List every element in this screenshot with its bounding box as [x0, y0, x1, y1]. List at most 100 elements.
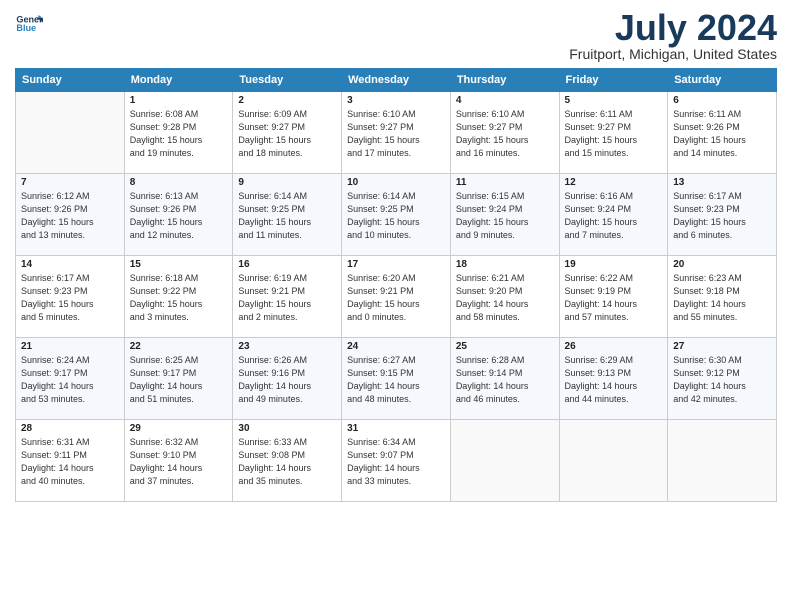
- day-detail: Sunrise: 6:12 AM Sunset: 9:26 PM Dayligh…: [21, 190, 119, 242]
- subtitle: Fruitport, Michigan, United States: [569, 46, 777, 62]
- day-detail: Sunrise: 6:14 AM Sunset: 9:25 PM Dayligh…: [238, 190, 336, 242]
- day-number: 21: [21, 341, 119, 352]
- table-row: [16, 92, 125, 174]
- table-row: 15Sunrise: 6:18 AM Sunset: 9:22 PM Dayli…: [124, 256, 233, 338]
- table-row: 10 Sunrise: 6:14 AM Sunset: 9:25 PM Dayli…: [342, 174, 451, 256]
- day-number: 31: [347, 423, 445, 434]
- table-row: 22 Sunrise: 6:25 AM Sunset: 9:17 PM Dayli…: [124, 338, 233, 420]
- table-row: [450, 420, 559, 502]
- day-number: 9: [238, 177, 336, 188]
- day-detail: Sunrise: 6:08 AM Sunset: 9:28 PM Dayligh…: [130, 108, 228, 160]
- table-row: 27Sunrise: 6:30 AM Sunset: 9:12 PM Dayli…: [668, 338, 777, 420]
- day-detail: Sunrise: 6:17 AM Sunset: 9:23 PM Dayligh…: [673, 190, 771, 242]
- day-number: 17: [347, 259, 445, 270]
- col-saturday: Saturday: [668, 69, 777, 92]
- week-row-3: 14Sunrise: 6:17 AM Sunset: 9:23 PM Dayli…: [16, 256, 777, 338]
- day-detail: Sunrise: 6:20 AM Sunset: 9:21 PM Dayligh…: [347, 272, 445, 324]
- day-detail: Sunrise: 6:33 AM Sunset: 9:08 PM Dayligh…: [238, 436, 336, 488]
- day-detail: Sunrise: 6:13 AM Sunset: 9:26 PM Dayligh…: [130, 190, 228, 242]
- table-row: 16Sunrise: 6:19 AM Sunset: 9:21 PM Dayli…: [233, 256, 342, 338]
- table-row: 17 Sunrise: 6:20 AM Sunset: 9:21 PM Dayli…: [342, 256, 451, 338]
- table-row: 30 Sunrise: 6:33 AM Sunset: 9:08 PM Dayli…: [233, 420, 342, 502]
- table-row: 31 Sunrise: 6:34 AM Sunset: 9:07 PM Dayli…: [342, 420, 451, 502]
- week-row-5: 28Sunrise: 6:31 AM Sunset: 9:11 PM Dayli…: [16, 420, 777, 502]
- header: General Blue July 2024 Fruitport, Michig…: [15, 10, 777, 62]
- day-number: 1: [130, 95, 228, 106]
- col-thursday: Thursday: [450, 69, 559, 92]
- day-number: 13: [673, 177, 771, 188]
- day-detail: Sunrise: 6:11 AM Sunset: 9:26 PM Dayligh…: [673, 108, 771, 160]
- table-row: 1 Sunrise: 6:08 AM Sunset: 9:28 PM Daylig…: [124, 92, 233, 174]
- table-row: 6 Sunrise: 6:11 AM Sunset: 9:26 PM Daylig…: [668, 92, 777, 174]
- table-row: 8 Sunrise: 6:13 AM Sunset: 9:26 PM Daylig…: [124, 174, 233, 256]
- col-monday: Monday: [124, 69, 233, 92]
- day-detail: Sunrise: 6:10 AM Sunset: 9:27 PM Dayligh…: [347, 108, 445, 160]
- page: General Blue July 2024 Fruitport, Michig…: [0, 0, 792, 612]
- day-detail: Sunrise: 6:23 AM Sunset: 9:18 PM Dayligh…: [673, 272, 771, 324]
- day-number: 29: [130, 423, 228, 434]
- day-number: 12: [565, 177, 663, 188]
- day-detail: Sunrise: 6:34 AM Sunset: 9:07 PM Dayligh…: [347, 436, 445, 488]
- table-row: 5 Sunrise: 6:11 AM Sunset: 9:27 PM Daylig…: [559, 92, 668, 174]
- table-row: 19Sunrise: 6:22 AM Sunset: 9:19 PM Dayli…: [559, 256, 668, 338]
- day-number: 3: [347, 95, 445, 106]
- table-row: 28Sunrise: 6:31 AM Sunset: 9:11 PM Dayli…: [16, 420, 125, 502]
- day-number: 14: [21, 259, 119, 270]
- table-row: 4 Sunrise: 6:10 AM Sunset: 9:27 PM Daylig…: [450, 92, 559, 174]
- day-number: 5: [565, 95, 663, 106]
- day-detail: Sunrise: 6:24 AM Sunset: 9:17 PM Dayligh…: [21, 354, 119, 406]
- day-number: 4: [456, 95, 554, 106]
- day-detail: Sunrise: 6:16 AM Sunset: 9:24 PM Dayligh…: [565, 190, 663, 242]
- day-number: 30: [238, 423, 336, 434]
- day-detail: Sunrise: 6:31 AM Sunset: 9:11 PM Dayligh…: [21, 436, 119, 488]
- table-row: 11 Sunrise: 6:15 AM Sunset: 9:24 PM Dayli…: [450, 174, 559, 256]
- day-number: 24: [347, 341, 445, 352]
- day-detail: Sunrise: 6:27 AM Sunset: 9:15 PM Dayligh…: [347, 354, 445, 406]
- week-row-2: 7Sunrise: 6:12 AM Sunset: 9:26 PM Daylig…: [16, 174, 777, 256]
- table-row: 14Sunrise: 6:17 AM Sunset: 9:23 PM Dayli…: [16, 256, 125, 338]
- day-detail: Sunrise: 6:11 AM Sunset: 9:27 PM Dayligh…: [565, 108, 663, 160]
- table-row: 29 Sunrise: 6:32 AM Sunset: 9:10 PM Dayli…: [124, 420, 233, 502]
- calendar-table: Sunday Monday Tuesday Wednesday Thursday…: [15, 68, 777, 502]
- table-row: 7Sunrise: 6:12 AM Sunset: 9:26 PM Daylig…: [16, 174, 125, 256]
- title-block: July 2024 Fruitport, Michigan, United St…: [569, 10, 777, 62]
- svg-text:Blue: Blue: [16, 23, 36, 33]
- col-tuesday: Tuesday: [233, 69, 342, 92]
- day-detail: Sunrise: 6:29 AM Sunset: 9:13 PM Dayligh…: [565, 354, 663, 406]
- day-number: 11: [456, 177, 554, 188]
- day-number: 6: [673, 95, 771, 106]
- day-number: 16: [238, 259, 336, 270]
- table-row: [559, 420, 668, 502]
- table-row: 3 Sunrise: 6:10 AM Sunset: 9:27 PM Daylig…: [342, 92, 451, 174]
- col-sunday: Sunday: [16, 69, 125, 92]
- main-title: July 2024: [569, 10, 777, 46]
- day-number: 10: [347, 177, 445, 188]
- col-wednesday: Wednesday: [342, 69, 451, 92]
- week-row-4: 21 Sunrise: 6:24 AM Sunset: 9:17 PM Dayli…: [16, 338, 777, 420]
- day-detail: Sunrise: 6:10 AM Sunset: 9:27 PM Dayligh…: [456, 108, 554, 160]
- col-friday: Friday: [559, 69, 668, 92]
- day-detail: Sunrise: 6:26 AM Sunset: 9:16 PM Dayligh…: [238, 354, 336, 406]
- day-number: 22: [130, 341, 228, 352]
- day-detail: Sunrise: 6:25 AM Sunset: 9:17 PM Dayligh…: [130, 354, 228, 406]
- day-detail: Sunrise: 6:15 AM Sunset: 9:24 PM Dayligh…: [456, 190, 554, 242]
- table-row: 26Sunrise: 6:29 AM Sunset: 9:13 PM Dayli…: [559, 338, 668, 420]
- week-row-1: 1 Sunrise: 6:08 AM Sunset: 9:28 PM Daylig…: [16, 92, 777, 174]
- table-row: 9 Sunrise: 6:14 AM Sunset: 9:25 PM Daylig…: [233, 174, 342, 256]
- table-row: [668, 420, 777, 502]
- day-number: 18: [456, 259, 554, 270]
- day-number: 19: [565, 259, 663, 270]
- table-row: 24 Sunrise: 6:27 AM Sunset: 9:15 PM Dayli…: [342, 338, 451, 420]
- day-detail: Sunrise: 6:14 AM Sunset: 9:25 PM Dayligh…: [347, 190, 445, 242]
- table-row: 25 Sunrise: 6:28 AM Sunset: 9:14 PM Dayli…: [450, 338, 559, 420]
- day-detail: Sunrise: 6:09 AM Sunset: 9:27 PM Dayligh…: [238, 108, 336, 160]
- table-row: 18 Sunrise: 6:21 AM Sunset: 9:20 PM Dayli…: [450, 256, 559, 338]
- day-number: 8: [130, 177, 228, 188]
- day-number: 2: [238, 95, 336, 106]
- day-detail: Sunrise: 6:32 AM Sunset: 9:10 PM Dayligh…: [130, 436, 228, 488]
- day-detail: Sunrise: 6:21 AM Sunset: 9:20 PM Dayligh…: [456, 272, 554, 324]
- logo-icon: General Blue: [15, 10, 43, 38]
- day-detail: Sunrise: 6:30 AM Sunset: 9:12 PM Dayligh…: [673, 354, 771, 406]
- day-detail: Sunrise: 6:28 AM Sunset: 9:14 PM Dayligh…: [456, 354, 554, 406]
- day-number: 25: [456, 341, 554, 352]
